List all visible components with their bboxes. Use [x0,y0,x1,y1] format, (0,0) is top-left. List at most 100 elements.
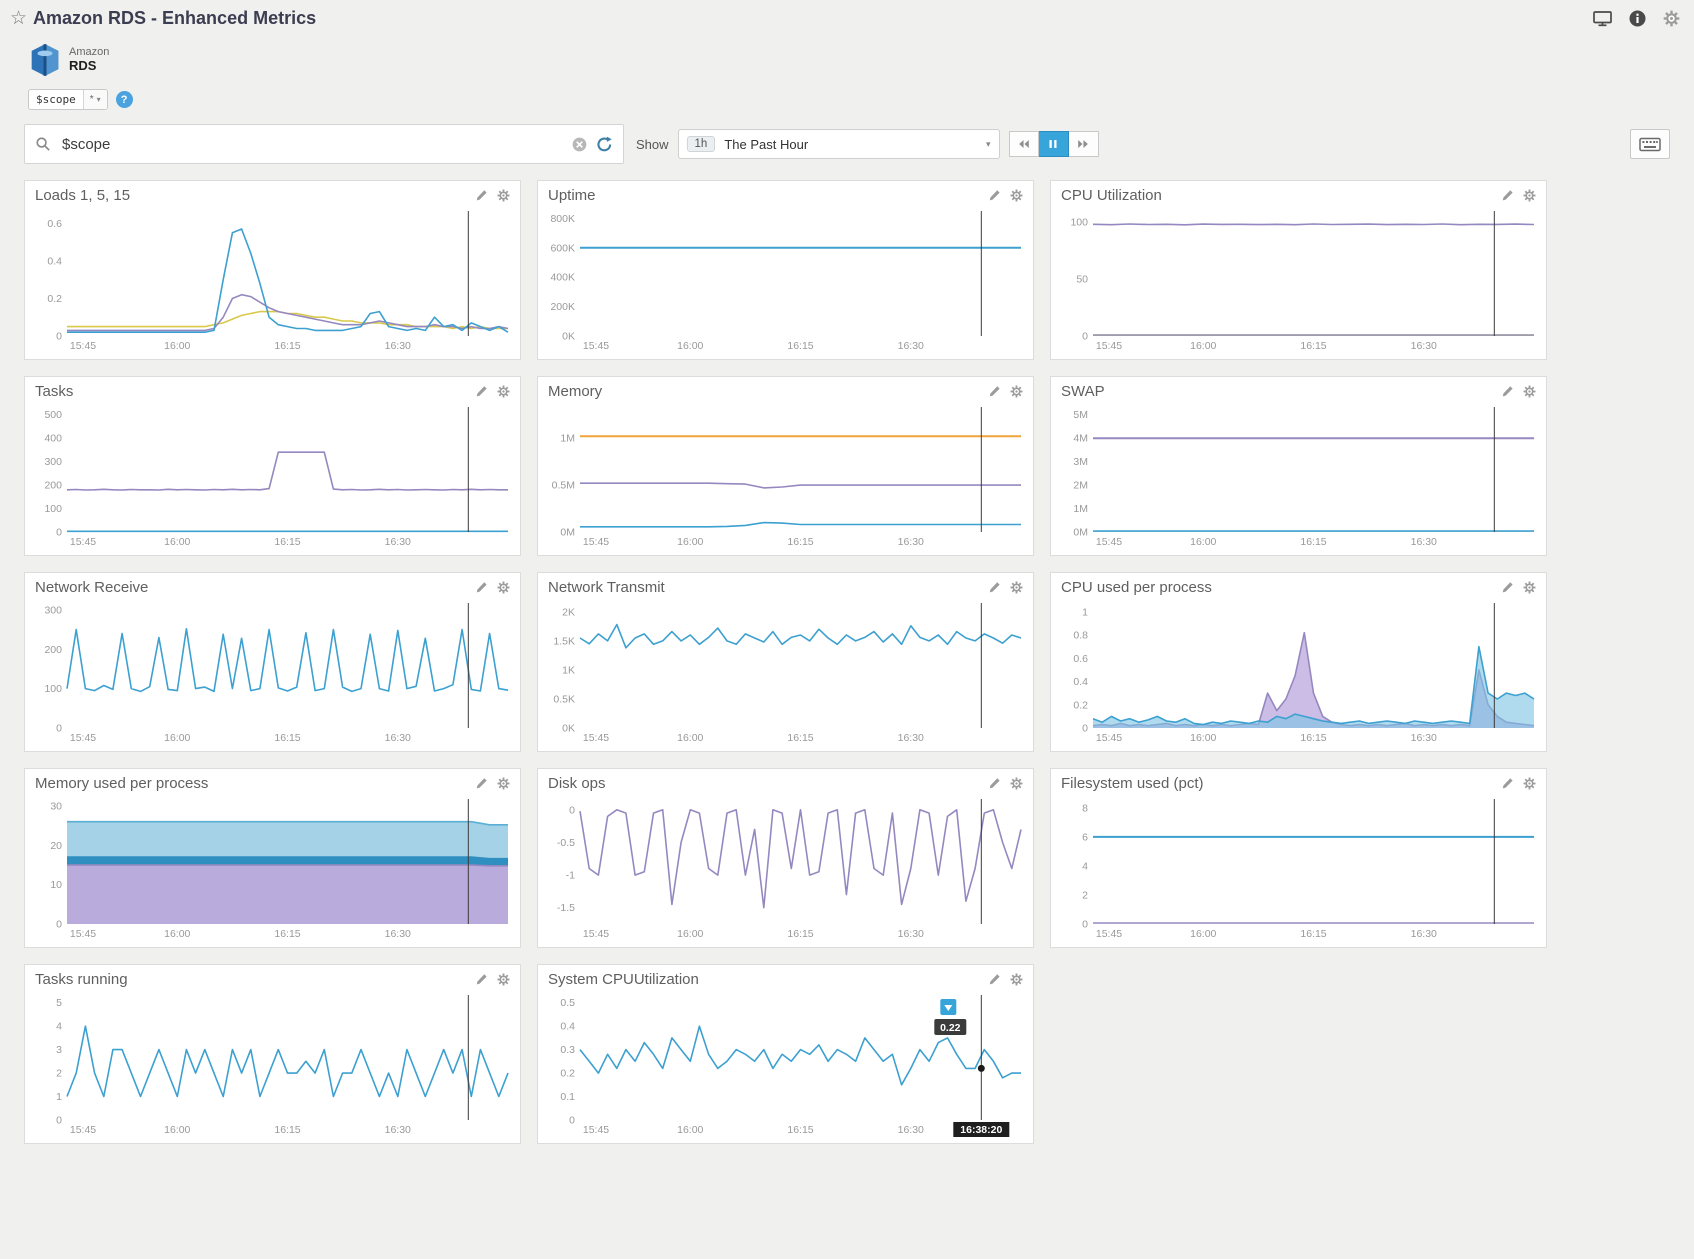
svg-text:0M: 0M [1073,527,1088,539]
edit-pencil-icon[interactable] [475,581,488,594]
edit-pencil-icon[interactable] [988,385,1001,398]
edit-pencil-icon[interactable] [988,777,1001,790]
svg-text:0.8: 0.8 [1073,630,1088,642]
chart-plot[interactable]: 0246815:4516:0016:1516:30 [1051,794,1544,942]
svg-text:-0.5: -0.5 [557,837,575,849]
template-variable-row: $scope *▾ ? [0,81,1694,120]
chart-settings-gear-icon[interactable] [497,777,510,790]
chart-plot[interactable]: 01234515:4516:0016:1516:30 [25,990,518,1138]
svg-text:0: 0 [569,1115,575,1127]
edit-pencil-icon[interactable] [988,581,1001,594]
chart-settings-gear-icon[interactable] [1010,189,1023,202]
edit-pencil-icon[interactable] [1501,581,1514,594]
pause-button[interactable] [1039,131,1069,157]
search-input[interactable] [60,135,563,154]
time-forward-button[interactable] [1069,131,1099,157]
edit-pencil-icon[interactable] [1501,385,1514,398]
svg-text:200K: 200K [550,301,575,313]
chart-settings-gear-icon[interactable] [1523,189,1536,202]
chart-plot[interactable]: 0M1M2M3M4M5M15:4516:0016:1516:30 [1051,402,1544,550]
chart-title: Disk ops [548,775,988,792]
svg-text:0.3: 0.3 [560,1044,575,1056]
chart-panel-loads-1-5-15: Loads 1, 5, 15 00.20.40.615:4516:0016:15… [24,180,521,360]
svg-text:15:45: 15:45 [583,928,609,940]
chart-plot[interactable]: 0M0.5M1M15:4516:0016:1516:30 [538,402,1031,550]
chart-panel-memory-used-per-process: Memory used per process 010203015:4516:0… [24,768,521,948]
chart-title: Network Receive [35,579,475,596]
edit-pencil-icon[interactable] [475,189,488,202]
chart-settings-gear-icon[interactable] [497,973,510,986]
svg-text:1: 1 [1082,606,1088,618]
top-header: ☆ Amazon RDS - Enhanced Metrics [0,0,1694,33]
chart-settings-gear-icon[interactable] [1523,777,1536,790]
chart-plot[interactable]: 010020030015:4516:0016:1516:30 [25,598,518,746]
chart-settings-gear-icon[interactable] [497,385,510,398]
chevron-down-icon: ▾ [986,139,991,150]
time-back-button[interactable] [1009,131,1039,157]
chart-settings-gear-icon[interactable] [1523,581,1536,594]
info-icon[interactable] [1628,10,1647,27]
svg-text:16:15: 16:15 [1300,732,1326,744]
time-nav-buttons [1009,131,1099,157]
chart-panel-tasks: Tasks 010020030040050015:4516:0016:1516:… [24,376,521,556]
svg-text:2: 2 [1082,889,1088,901]
chart-settings-gear-icon[interactable] [1010,385,1023,398]
time-range-select[interactable]: 1h The Past Hour ▾ [678,129,1000,159]
chart-title: Tasks [35,383,475,400]
help-icon[interactable]: ? [116,91,133,108]
edit-pencil-icon[interactable] [988,189,1001,202]
svg-text:10: 10 [50,879,62,891]
chart-plot[interactable]: 0K200K400K600K800K15:4516:0016:1516:30 [538,206,1031,354]
svg-text:600K: 600K [550,242,575,254]
edit-pencil-icon[interactable] [988,973,1001,986]
chart-panel-network-transmit: Network Transmit 0K0.5K1K1.5K2K15:4516:0… [537,572,1034,752]
tv-mode-icon[interactable] [1593,10,1612,27]
chart-settings-gear-icon[interactable] [1010,973,1023,986]
scope-search-box[interactable] [24,124,624,164]
edit-pencil-icon[interactable] [475,385,488,398]
chart-title: Loads 1, 5, 15 [35,187,475,204]
chart-settings-gear-icon[interactable] [497,189,510,202]
svg-text:16:15: 16:15 [787,732,813,744]
chart-plot[interactable]: 05010015:4516:0016:1516:30 [1051,206,1544,354]
svg-text:0.22: 0.22 [940,1022,961,1034]
refresh-icon[interactable] [596,136,613,153]
clear-search-icon[interactable] [572,137,587,152]
chart-plot[interactable]: 010203015:4516:0016:1516:30 [25,794,518,942]
svg-text:0.4: 0.4 [47,255,62,267]
svg-text:0.6: 0.6 [47,218,62,230]
range-badge: 1h [687,136,716,152]
chart-settings-gear-icon[interactable] [1010,581,1023,594]
scope-variable-chip[interactable]: $scope *▾ [28,89,108,110]
chart-plot[interactable]: 00.20.40.60.8115:4516:0016:1516:30 [1051,598,1544,746]
chart-settings-gear-icon[interactable] [1010,777,1023,790]
svg-text:16:00: 16:00 [164,732,190,744]
edit-pencil-icon[interactable] [1501,189,1514,202]
svg-text:15:45: 15:45 [583,732,609,744]
favorite-star-icon[interactable]: ☆ [10,9,27,28]
chart-plot[interactable]: 0K0.5K1K1.5K2K15:4516:0016:1516:30 [538,598,1031,746]
chart-settings-gear-icon[interactable] [1523,385,1536,398]
edit-pencil-icon[interactable] [475,777,488,790]
chart-plot[interactable]: 00.20.40.615:4516:0016:1516:30 [25,206,518,354]
chart-plot[interactable]: 0-0.5-1-1.515:4516:0016:1516:30 [538,794,1031,942]
svg-text:4: 4 [56,1021,62,1033]
svg-text:16:00: 16:00 [1190,928,1216,940]
svg-text:0: 0 [56,527,62,539]
svg-text:0.4: 0.4 [560,1021,575,1033]
keyboard-shortcuts-button[interactable] [1630,129,1670,159]
gear-icon[interactable] [1663,10,1680,27]
svg-text:1K: 1K [562,664,575,676]
svg-text:15:45: 15:45 [583,1124,609,1136]
scope-variable-value[interactable]: *▾ [83,90,107,109]
edit-pencil-icon[interactable] [475,973,488,986]
svg-text:-1.5: -1.5 [557,902,575,914]
svg-text:16:30: 16:30 [385,732,411,744]
svg-text:16:00: 16:00 [677,1124,703,1136]
edit-pencil-icon[interactable] [1501,777,1514,790]
chart-settings-gear-icon[interactable] [497,581,510,594]
svg-text:16:00: 16:00 [164,340,190,352]
svg-text:15:45: 15:45 [1096,928,1122,940]
chart-plot[interactable]: 00.10.20.30.40.515:4516:0016:1516:300.22… [538,990,1031,1138]
chart-plot[interactable]: 010020030040050015:4516:0016:1516:30 [25,402,518,550]
